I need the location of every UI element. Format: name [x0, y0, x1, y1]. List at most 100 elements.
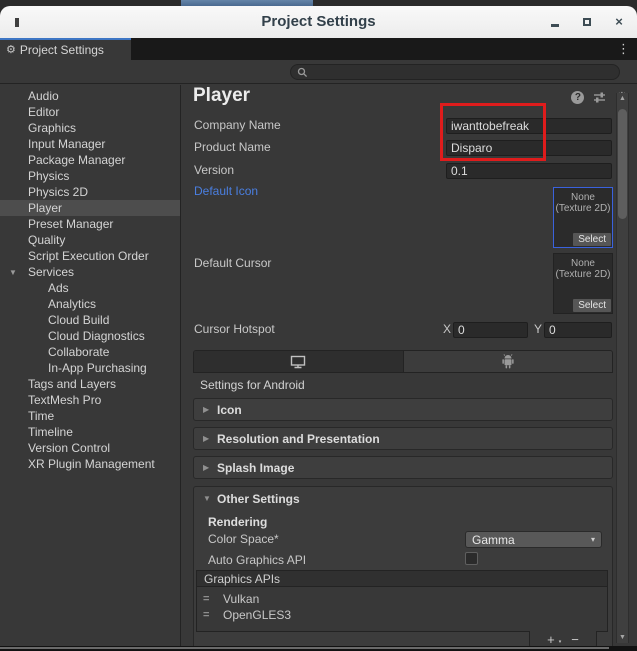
remove-item-button[interactable]: − — [567, 633, 583, 646]
sidebar-item-timeline[interactable]: Timeline — [0, 424, 180, 440]
preset-sliders-icon[interactable] — [593, 91, 606, 104]
scrollbar-thumb[interactable] — [618, 109, 627, 219]
sidebar-item-physics[interactable]: Physics — [0, 168, 180, 184]
hotspot-y-field[interactable] — [544, 322, 612, 338]
sidebar-item-collaborate[interactable]: Collaborate — [0, 344, 180, 360]
texture-none-line1: None — [554, 192, 612, 203]
foldout-other-settings: ▼ Other Settings Rendering Color Space* … — [193, 486, 613, 651]
maximize-icon — [583, 18, 591, 26]
settings-for-platform-text: Settings for Android — [200, 378, 305, 392]
sidebar-item-script-execution-order[interactable]: Script Execution Order — [0, 248, 180, 264]
dock-tabbar: ⚙ Project Settings ⋮ — [0, 38, 637, 60]
sidebar-item-services[interactable]: ▼Services — [0, 264, 180, 280]
window-resize-edge — [0, 647, 609, 649]
tab-label: Project Settings — [20, 43, 104, 57]
sidebar-item-in-app-purchasing[interactable]: In-App Purchasing — [0, 360, 180, 376]
foldout-closed-icon: ▶ — [203, 463, 217, 472]
auto-graphics-api-label: Auto Graphics API — [208, 553, 306, 568]
graphics-apis-header: Graphics APIs — [197, 571, 607, 587]
scroll-down-icon[interactable]: ▼ — [617, 632, 628, 643]
foldout-resolution-and-presentation[interactable]: ▶ Resolution and Presentation — [193, 427, 613, 450]
list-item-vulkan[interactable]: = Vulkan — [197, 591, 607, 607]
color-space-dropdown[interactable]: Gamma ▾ — [465, 531, 602, 548]
player-settings-panel: Player ? ⚙ Company Name Product Name Ver… — [182, 85, 637, 646]
settings-toolbar — [0, 60, 637, 84]
search-input[interactable] — [311, 65, 611, 78]
window-title: Project Settings — [0, 13, 637, 30]
chevron-down-icon: ▾ — [591, 535, 595, 544]
maximize-button[interactable] — [581, 16, 593, 28]
minimize-button[interactable] — [549, 16, 561, 28]
sidebar-item-analytics[interactable]: Analytics — [0, 296, 180, 312]
tab-platform-android[interactable] — [404, 351, 613, 372]
foldout-closed-icon: ▶ — [203, 405, 217, 414]
foldout-closed-icon: ▶ — [203, 434, 217, 443]
foldout-open-icon: ▼ — [203, 494, 217, 503]
close-button[interactable]: × — [613, 16, 625, 28]
sidebar-item-cloud-diagnostics[interactable]: Cloud Diagnostics — [0, 328, 180, 344]
sidebar-item-ads[interactable]: Ads — [0, 280, 180, 296]
window-bottom-edge — [0, 646, 637, 651]
sidebar-item-audio[interactable]: Audio — [0, 88, 180, 104]
search-box[interactable] — [290, 64, 620, 80]
vertical-scrollbar[interactable]: ▲ ▼ — [616, 93, 629, 643]
android-icon — [501, 354, 515, 369]
sidebar-item-editor[interactable]: Editor — [0, 104, 180, 120]
sidebar-item-quality[interactable]: Quality — [0, 232, 180, 248]
sidebar-item-player[interactable]: Player — [0, 200, 180, 216]
hotspot-x-field[interactable] — [453, 322, 528, 338]
add-item-button[interactable]: + — [543, 633, 559, 646]
tab-project-settings[interactable]: ⚙ Project Settings — [0, 38, 131, 60]
window-controls: × — [549, 6, 625, 38]
platform-tab-group — [193, 350, 613, 373]
gear-icon: ⚙ — [6, 45, 16, 56]
company-name-field[interactable] — [446, 118, 612, 134]
scroll-up-icon[interactable]: ▲ — [617, 93, 628, 104]
sidebar-item-package-manager[interactable]: Package Manager — [0, 152, 180, 168]
list-item-opengles3[interactable]: = OpenGLES3 — [197, 607, 607, 623]
settings-category-sidebar: Audio Editor Graphics Input Manager Pack… — [0, 85, 181, 646]
default-icon-texture-well[interactable]: None (Texture 2D) Select — [553, 187, 613, 248]
drag-handle-icon[interactable]: = — [203, 609, 223, 621]
cursor-hotspot-label: Cursor Hotspot — [194, 322, 275, 337]
default-icon-select-button[interactable]: Select — [573, 233, 611, 246]
foldout-splash-image[interactable]: ▶ Splash Image — [193, 456, 613, 479]
help-icon[interactable]: ? — [571, 91, 584, 104]
default-cursor-label: Default Cursor — [194, 256, 271, 271]
monitor-icon — [290, 355, 306, 369]
hotspot-x-label: X — [443, 322, 451, 337]
sidebar-item-version-control[interactable]: Version Control — [0, 440, 180, 456]
default-cursor-select-button[interactable]: Select — [573, 299, 611, 312]
color-space-value: Gamma — [472, 533, 591, 547]
product-name-field[interactable] — [446, 140, 612, 156]
texture-none-line2: (Texture 2D) — [554, 203, 612, 214]
sidebar-item-xr-plugin-management[interactable]: XR Plugin Management — [0, 456, 180, 472]
version-field[interactable] — [446, 163, 612, 179]
color-space-label: Color Space* — [208, 532, 279, 547]
foldout-icon[interactable]: ▶ Icon — [193, 398, 613, 421]
hotspot-y-label: Y — [534, 322, 542, 337]
default-cursor-texture-well[interactable]: None (Texture 2D) Select — [553, 253, 613, 314]
project-settings-window: Project Settings × ⚙ Project Settings ⋮ … — [0, 0, 637, 651]
sidebar-item-cloud-build[interactable]: Cloud Build — [0, 312, 180, 328]
window-titlebar[interactable]: Project Settings × — [0, 6, 637, 38]
other-settings-header[interactable]: ▼ Other Settings — [194, 487, 612, 510]
minimize-icon — [551, 24, 559, 27]
tab-menu-kebab-icon[interactable]: ⋮ — [617, 41, 630, 57]
sidebar-item-graphics[interactable]: Graphics — [0, 120, 180, 136]
version-label: Version — [194, 163, 234, 178]
foldout-open-icon[interactable]: ▼ — [9, 265, 17, 281]
sidebar-item-preset-manager[interactable]: Preset Manager — [0, 216, 180, 232]
search-icon — [297, 67, 308, 78]
sidebar-item-tags-and-layers[interactable]: Tags and Layers — [0, 376, 180, 392]
texture-none-line2: (Texture 2D) — [554, 269, 612, 280]
add-dropdown-caret-icon: ▾ — [559, 639, 562, 645]
tab-platform-standalone[interactable] — [194, 351, 404, 372]
company-name-label: Company Name — [194, 118, 281, 133]
sidebar-item-time[interactable]: Time — [0, 408, 180, 424]
sidebar-item-input-manager[interactable]: Input Manager — [0, 136, 180, 152]
auto-graphics-api-checkbox[interactable] — [465, 552, 478, 565]
sidebar-item-textmesh-pro[interactable]: TextMesh Pro — [0, 392, 180, 408]
drag-handle-icon[interactable]: = — [203, 593, 223, 605]
sidebar-item-physics-2d[interactable]: Physics 2D — [0, 184, 180, 200]
